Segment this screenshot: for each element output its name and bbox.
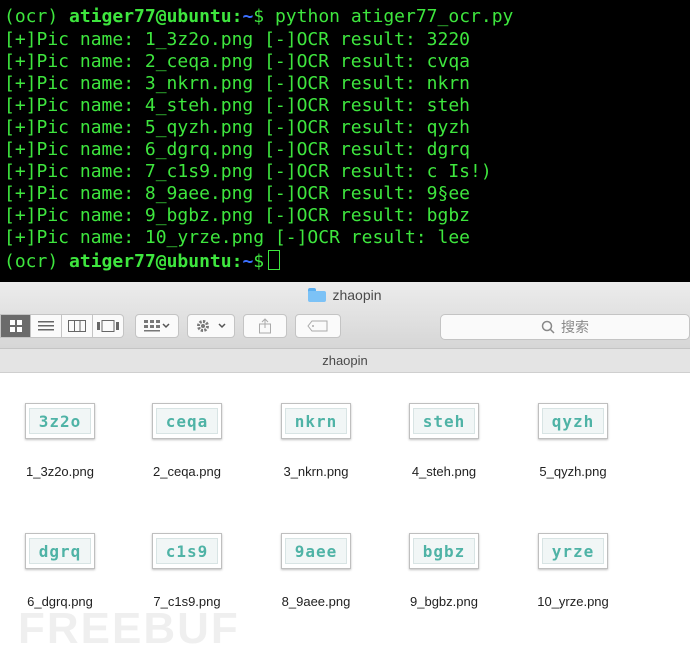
captcha-image: yrze <box>542 538 604 564</box>
terminal-command-line: (ocr) atiger77@ubuntu:~$ python atiger77… <box>4 6 513 28</box>
terminal-output-line: [+]Pic name: 3_nkrn.png [-]OCR result: n… <box>4 73 470 94</box>
prompt-colon: : <box>231 251 243 272</box>
captcha-image: bgbz <box>413 538 475 564</box>
share-icon <box>259 318 271 334</box>
search-icon <box>541 320 555 334</box>
terminal-output-line: [+]Pic name: 4_steh.png [-]OCR result: s… <box>4 95 470 116</box>
prompt-user-host: atiger77@ubuntu <box>69 251 232 272</box>
file-item[interactable]: dgrq 6_dgrq.png <box>0 533 120 609</box>
search-field[interactable]: 搜索 <box>440 314 690 340</box>
file-name: 9_bgbz.png <box>410 594 478 609</box>
file-name: 1_3z2o.png <box>26 464 94 479</box>
file-item[interactable]: bgbz 9_bgbz.png <box>384 533 504 609</box>
file-item[interactable]: steh 4_steh.png <box>384 403 504 479</box>
file-item[interactable]: ceqa 2_ceqa.png <box>127 403 247 479</box>
terminal-output-line: [+]Pic name: 7_c1s9.png [-]OCR result: c… <box>4 161 492 182</box>
captcha-image: nkrn <box>285 408 347 434</box>
terminal-output-line: [+]Pic name: 5_qyzh.png [-]OCR result: q… <box>4 117 470 138</box>
file-item[interactable]: nkrn 3_nkrn.png <box>256 403 376 479</box>
prompt-symbol: $ <box>253 251 265 272</box>
prompt-env: (ocr) <box>4 251 70 272</box>
file-name: 8_9aee.png <box>281 594 351 609</box>
tag-icon <box>307 320 328 332</box>
share-button[interactable] <box>243 314 287 338</box>
prompt-symbol: $ <box>253 6 275 27</box>
terminal-output-line: [+]Pic name: 6_dgrq.png [-]OCR result: d… <box>4 139 470 160</box>
file-thumbnail: steh <box>409 403 479 439</box>
file-thumbnail: qyzh <box>538 403 608 439</box>
file-name: 5_qyzh.png <box>539 464 607 479</box>
gallery-view-icon <box>97 320 119 332</box>
terminal-output-line: [+]Pic name: 10_yrze.png [-]OCR result: … <box>4 227 470 248</box>
captcha-image: 9aee <box>285 538 347 564</box>
file-name: 10_yrze.png <box>537 594 609 609</box>
captcha-image: dgrq <box>29 538 91 564</box>
window-title-text: zhaopin <box>332 287 382 303</box>
finder-toolbar: 搜索 <box>0 310 690 349</box>
file-thumbnail: c1s9 <box>152 533 222 569</box>
terminal-output-line: [+]Pic name: 9_bgbz.png [-]OCR result: b… <box>4 205 470 226</box>
file-item[interactable]: 3z2o 1_3z2o.png <box>0 403 120 479</box>
terminal-output-line: [+]Pic name: 2_ceqa.png [-]OCR result: c… <box>4 51 470 72</box>
file-name: 2_ceqa.png <box>153 464 221 479</box>
file-thumbnail: 3z2o <box>25 403 95 439</box>
folder-icon <box>308 288 327 302</box>
file-name: 3_nkrn.png <box>283 464 349 479</box>
path-bar: zhaopin <box>0 349 690 373</box>
prompt-path: ~ <box>242 251 254 272</box>
window-title: zhaopin <box>308 287 382 303</box>
file-name: 4_steh.png <box>411 464 477 479</box>
file-thumbnail: ceqa <box>152 403 222 439</box>
column-view-button[interactable] <box>62 314 93 338</box>
file-item[interactable]: qyzh 5_qyzh.png <box>513 403 633 479</box>
list-view-button[interactable] <box>31 314 62 338</box>
file-item[interactable]: c1s9 7_c1s9.png <box>127 533 247 609</box>
captcha-image: 3z2o <box>29 408 91 434</box>
edit-tags-button[interactable] <box>295 314 341 338</box>
freebuf-watermark: FREEBUF <box>18 604 240 653</box>
finder-window: zhaopin 搜索 zhaopin 3z2o 1_3z2o.png ceqa … <box>0 282 690 656</box>
file-thumbnail: 9aee <box>281 533 351 569</box>
file-thumbnail: dgrq <box>25 533 95 569</box>
terminal-window[interactable]: (ocr) atiger77@ubuntu:~$ python atiger77… <box>0 0 690 282</box>
search-placeholder: 搜索 <box>561 319 589 335</box>
file-item[interactable]: 9aee 8_9aee.png <box>256 533 376 609</box>
prompt-user-host: atiger77@ubuntu <box>69 6 232 27</box>
captcha-image: qyzh <box>542 408 604 434</box>
captcha-image: ceqa <box>156 408 218 434</box>
prompt-colon: : <box>231 6 243 27</box>
arrange-grid-icon <box>144 320 170 332</box>
icon-view-icon <box>9 320 22 332</box>
finder-titlebar[interactable]: zhaopin <box>0 282 690 310</box>
captcha-image: c1s9 <box>156 538 218 564</box>
arrange-button[interactable] <box>135 314 179 338</box>
terminal-command: python atiger77_ocr.py <box>274 6 514 27</box>
file-thumbnail: yrze <box>538 533 608 569</box>
file-thumbnail: nkrn <box>281 403 351 439</box>
file-item[interactable]: yrze 10_yrze.png <box>513 533 633 609</box>
column-view-icon <box>68 320 86 332</box>
captcha-image: steh <box>413 408 475 434</box>
list-view-icon <box>38 321 54 331</box>
terminal-output-line: [+]Pic name: 1_3z2o.png [-]OCR result: 3… <box>4 29 470 50</box>
terminal-cursor <box>268 250 281 270</box>
terminal-final-prompt[interactable]: (ocr) atiger77@ubuntu:~$ <box>4 250 281 272</box>
gear-icon <box>197 320 226 332</box>
prompt-path: ~ <box>242 6 254 27</box>
file-thumbnail: bgbz <box>409 533 479 569</box>
prompt-env: (ocr) <box>4 6 70 27</box>
terminal-output-line: [+]Pic name: 8_9aee.png [-]OCR result: 9… <box>4 183 470 204</box>
gallery-view-button[interactable] <box>93 314 124 338</box>
action-button[interactable] <box>187 314 235 338</box>
icon-view-button[interactable] <box>0 314 31 338</box>
view-mode-segmented-control <box>0 314 124 338</box>
